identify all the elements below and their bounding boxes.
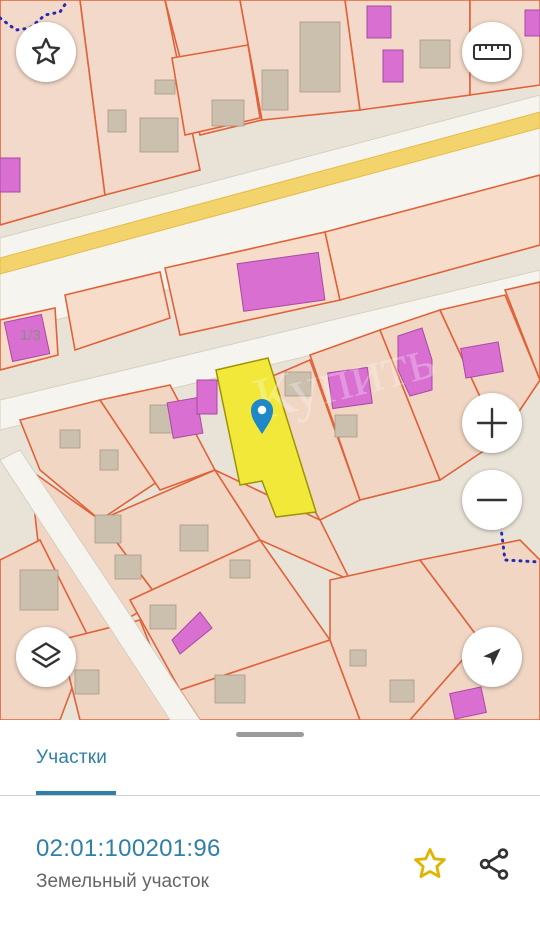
navigation-arrow-icon: [483, 648, 501, 666]
map-canvas[interactable]: 1/3 Купить: [0, 0, 540, 720]
ruler-icon: [473, 44, 511, 60]
ruler-button[interactable]: [462, 22, 522, 82]
tab-divider: [0, 795, 540, 796]
plus-icon: [476, 407, 508, 439]
sheet-drag-handle[interactable]: [236, 732, 304, 737]
favorite-map-button[interactable]: [16, 22, 76, 82]
minus-icon: [476, 498, 508, 502]
star-outline-icon: [31, 37, 61, 65]
layers-icon: [31, 642, 61, 668]
tab-parcels[interactable]: Участки: [36, 747, 107, 769]
zoom-in-button[interactable]: [462, 393, 522, 453]
my-location-button[interactable]: [462, 627, 522, 687]
map-view[interactable]: 1/3 Купить: [0, 0, 540, 720]
share-button[interactable]: [472, 842, 516, 886]
star-icon: [414, 848, 446, 878]
parcel-cadastral-number[interactable]: 02:01:100201:96: [36, 835, 221, 863]
zoom-out-button[interactable]: [462, 470, 522, 530]
share-icon: [479, 848, 509, 880]
favorite-parcel-button[interactable]: [408, 842, 452, 886]
parcel-type: Земельный участок: [36, 871, 209, 892]
house-number-label: 1/3: [20, 327, 41, 344]
layers-button[interactable]: [16, 627, 76, 687]
